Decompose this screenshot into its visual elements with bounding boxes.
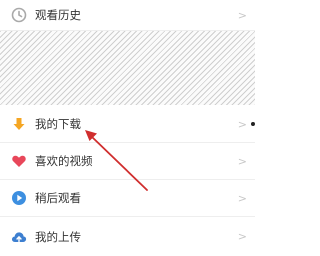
- menu-item-liked-videos[interactable]: 喜欢的视频 >: [0, 143, 255, 180]
- chevron-right-icon: >: [237, 154, 247, 168]
- redacted-area: [0, 31, 255, 105]
- chevron-right-icon: >: [237, 117, 247, 131]
- menu-item-label: 我的下载: [35, 117, 81, 131]
- cloud-upload-icon: [10, 228, 28, 246]
- menu-item-watch-later[interactable]: 稍后观看 >: [0, 180, 255, 217]
- menu-item-my-downloads[interactable]: 我的下载 >: [0, 106, 255, 143]
- play-circle-icon: [10, 189, 28, 207]
- heart-icon: [10, 152, 28, 170]
- chevron-right-icon: >: [237, 8, 247, 22]
- menu-item-label: 喜欢的视频: [35, 154, 93, 168]
- marker-dot: [251, 122, 255, 126]
- menu-item-label: 我的上传: [35, 229, 81, 244]
- chevron-right-icon: >: [237, 191, 247, 205]
- download-arrow-icon: [10, 115, 28, 133]
- menu-item-label: 观看历史: [35, 8, 81, 22]
- clock-history-icon: [10, 6, 28, 24]
- menu-screen: 观看历史 > 我的下载 > 喜欢的视频 > 稍后观看 > 我的上传 >: [0, 0, 255, 256]
- menu-item-my-uploads[interactable]: 我的上传 >: [0, 217, 255, 256]
- menu-item-watch-history[interactable]: 观看历史 >: [0, 0, 255, 31]
- chevron-right-icon: >: [237, 230, 247, 243]
- menu-item-label: 稍后观看: [35, 191, 81, 205]
